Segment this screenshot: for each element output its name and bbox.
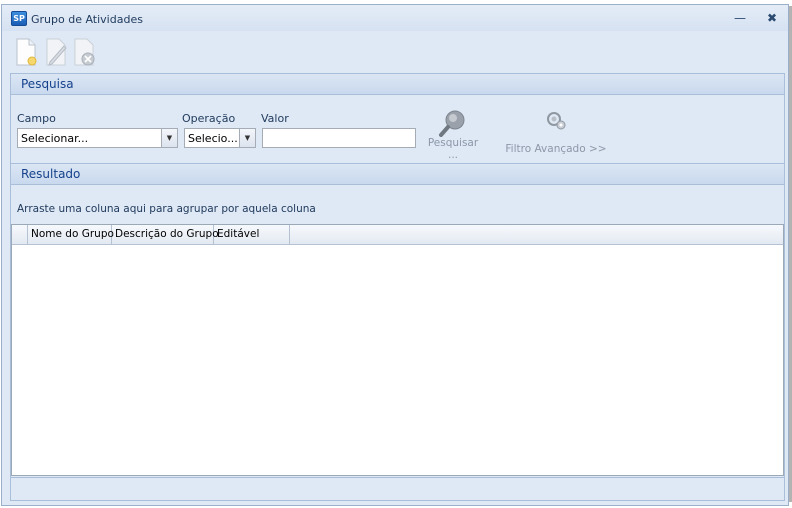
grid-header: Nome do Grupo Descrição do Grupo Editáve… xyxy=(12,225,783,245)
resultado-panel: Arraste uma coluna aqui para agrupar por… xyxy=(10,185,785,477)
group-by-hint[interactable]: Arraste uma coluna aqui para agrupar por… xyxy=(17,203,316,215)
operacao-select-value: Selecio... xyxy=(188,132,238,145)
valor-input[interactable] xyxy=(262,128,416,148)
campo-select[interactable]: Selecionar... ▼ xyxy=(17,128,178,148)
valor-label: Valor xyxy=(261,112,289,125)
new-document-icon xyxy=(16,38,37,66)
column-editavel[interactable]: Editável xyxy=(214,225,290,244)
operacao-label: Operação xyxy=(182,112,236,125)
pesquisar-button[interactable]: Pesquisar ... xyxy=(423,109,483,161)
window-title: Grupo de Atividades xyxy=(31,13,143,26)
campo-label: Campo xyxy=(17,112,56,125)
app-logo-icon: SP xyxy=(11,11,27,26)
pesquisar-label: Pesquisar xyxy=(427,137,479,149)
row-indicator-header xyxy=(12,225,28,244)
main-window: SP Grupo de Atividades — ✖ Pesquisa Camp… xyxy=(1,4,789,506)
title-bar[interactable]: SP Grupo de Atividades — ✖ xyxy=(2,5,788,31)
filtro-avancado-label: Filtro Avançado >> xyxy=(505,143,607,155)
delete-button[interactable] xyxy=(70,37,98,67)
new-button[interactable] xyxy=(12,37,40,67)
pencil-icon xyxy=(46,38,67,66)
delete-icon xyxy=(74,38,95,66)
pesquisar-ellipsis: ... xyxy=(447,149,458,161)
minimize-button[interactable]: — xyxy=(730,10,750,26)
pesquisa-panel: Campo Operação Valor Selecionar... ▼ Sel… xyxy=(10,95,785,163)
edit-button[interactable] xyxy=(42,37,70,67)
advanced-filter-icon xyxy=(547,112,566,130)
toolbar xyxy=(2,31,788,73)
column-descricao-do-grupo[interactable]: Descrição do Grupo xyxy=(112,225,219,244)
status-bar xyxy=(10,477,785,501)
search-icon xyxy=(439,110,465,137)
column-nome-do-grupo[interactable]: Nome do Grupo xyxy=(28,225,114,244)
chevron-down-icon[interactable]: ▼ xyxy=(239,129,255,147)
filtro-avancado-button[interactable]: Filtro Avançado >> xyxy=(501,111,611,161)
chevron-down-icon[interactable]: ▼ xyxy=(161,129,177,147)
close-button[interactable]: ✖ xyxy=(762,10,782,26)
results-grid[interactable]: Nome do Grupo Descrição do Grupo Editáve… xyxy=(11,224,784,476)
operacao-select[interactable]: Selecio... ▼ xyxy=(184,128,256,148)
pesquisa-header: Pesquisa xyxy=(10,73,785,95)
campo-select-value: Selecionar... xyxy=(21,132,89,145)
resultado-header: Resultado xyxy=(10,163,785,185)
